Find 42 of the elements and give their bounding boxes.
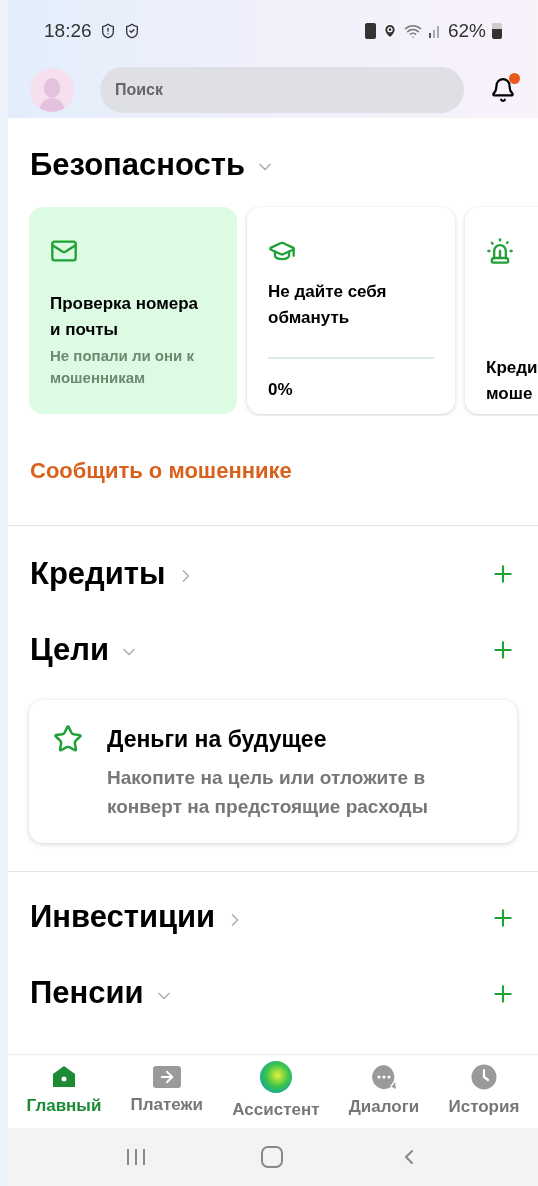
security-card[interactable]: Проверка номера и почты Не попали ли они к мошенникам (29, 207, 237, 414)
signal-icon (427, 24, 442, 38)
goal-card-text: Накопите на цель или отложите в конверт на предстоящие расходы (107, 765, 429, 819)
battery-icon (492, 23, 502, 39)
star-icon (53, 724, 83, 754)
security-card[interactable]: Креди моше (465, 207, 538, 414)
tab[interactable]: История (448, 1063, 520, 1120)
card-title: Не дайте себя обмануть (268, 281, 388, 329)
goal-card[interactable]: Деньги на будущее Накопите на цель или отложите в конверт на предстоящие расходы (29, 700, 517, 843)
section-title: Безопасность (30, 145, 246, 184)
tab[interactable]: Ассистент (232, 1060, 320, 1123)
goal-card-title: Деньги на будущее (107, 725, 328, 754)
battery-saver-icon (364, 23, 376, 39)
card-subtitle: Не попали ли они к мошенникам (50, 346, 195, 388)
siren-icon (486, 237, 514, 265)
location-icon (381, 23, 398, 39)
security-card[interactable]: Не дайте себя обмануть 0% (247, 207, 455, 414)
tab[interactable]: Главный (26, 1064, 102, 1119)
assistant-orb-icon (259, 1060, 292, 1093)
card-title: Креди моше (486, 357, 538, 405)
bell-icon[interactable] (490, 77, 516, 103)
tab[interactable]: Диалоги (348, 1063, 420, 1120)
chat-bubble-icon (371, 1063, 397, 1090)
wifi-icon (403, 22, 422, 40)
arrow-right-icon (152, 1065, 181, 1088)
report-fraud-link[interactable]: Сообщить о мошеннике (30, 454, 516, 487)
home-icon (50, 1064, 77, 1089)
tab[interactable]: Платежи (130, 1065, 204, 1118)
shield-check-icon (123, 23, 140, 39)
section-title: Цели (30, 630, 109, 669)
status-time: 18:26 (44, 18, 92, 43)
home-button-icon[interactable] (261, 1146, 283, 1168)
section-title: Пенсии (30, 974, 144, 1013)
section-title: Инвестиции (30, 898, 216, 937)
recent-apps-icon[interactable] (125, 1147, 147, 1167)
card-title: Проверка номера и почты (50, 293, 200, 341)
section-title: Кредиты (30, 554, 166, 593)
clock-icon (470, 1063, 497, 1090)
progress-percent: 0% (268, 379, 294, 401)
battery-percent: 62% (447, 18, 486, 43)
shield-alert-icon (99, 23, 116, 39)
search-field[interactable]: Поиск (100, 67, 464, 113)
